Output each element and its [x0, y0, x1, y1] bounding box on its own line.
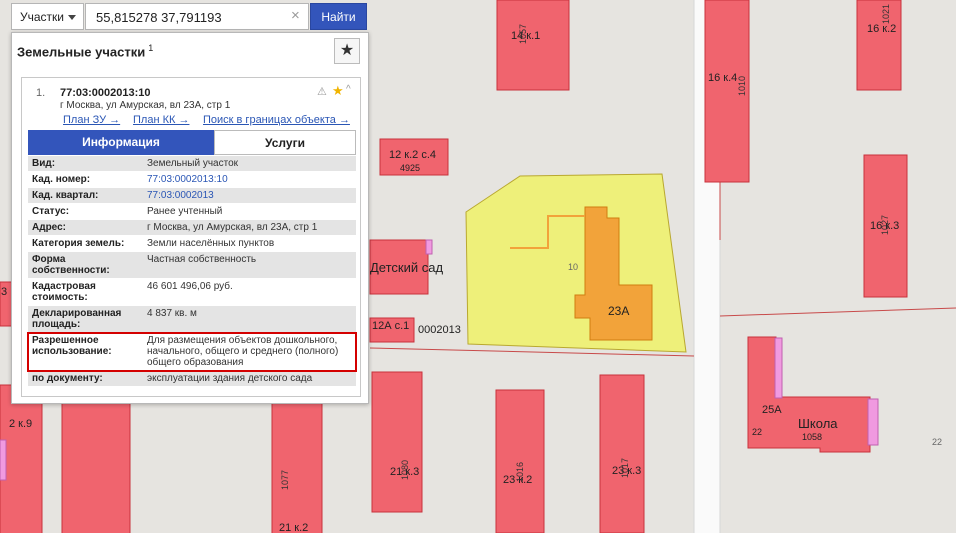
map-label-1058: 1058	[802, 432, 823, 442]
map-label-12k2s4: 12 к.2 с.4	[389, 149, 437, 161]
info-row: по документу: эксплуатации здания детског…	[28, 371, 356, 387]
category-select[interactable]: Участки	[11, 3, 84, 30]
clear-icon[interactable]: ×	[291, 7, 300, 24]
map-label-school: Школа	[798, 416, 838, 431]
favorites-star-icon[interactable]: ★	[334, 38, 360, 64]
map-vlabel-1021: 1021	[881, 3, 891, 24]
search-bar: Участки 55,815278 37,791193 × Найти	[11, 3, 367, 30]
map-label-10: 10	[568, 262, 579, 272]
star-icon[interactable]: ★	[332, 83, 344, 99]
info-key: Статус:	[32, 206, 70, 217]
info-row: Категория земель: Земли населённых пункто…	[28, 236, 356, 252]
map-vlabel-1077: 1077	[280, 469, 290, 490]
map-label-12a: 12А с.1	[372, 320, 410, 332]
info-row: Кад. номер: 77:03:0002013:10	[28, 172, 356, 188]
info-key: Кад. квартал:	[32, 190, 99, 201]
building-14k1[interactable]	[496, 0, 570, 91]
panel-title: Земельные участки 1	[17, 43, 153, 59]
info-row: Кадастровая стоимость: 46 601 496,06 руб.	[28, 279, 356, 306]
map-vlabel-1057: 1057	[518, 23, 528, 44]
map-vlabel-1010: 1010	[737, 75, 747, 96]
info-value: Частная собственность	[147, 254, 257, 265]
map-label-22a: 22	[752, 427, 763, 437]
map-label-21k2: 21 к.2	[279, 522, 309, 533]
search-input[interactable]: 55,815278 37,791193	[85, 3, 309, 30]
building-23k3[interactable]	[599, 374, 645, 533]
card-address: г Москва, ул Амурская, вл 23А, стр 1	[60, 100, 231, 111]
info-key: Кадастровая стоимость:	[32, 281, 96, 303]
card-index: 1.	[36, 87, 46, 99]
map-label-16k4: 16 к.4	[708, 72, 738, 84]
info-value-link[interactable]: 77:03:0002013:10	[143, 172, 356, 187]
map-label-3: 3	[1, 286, 8, 298]
map-vlabel-1016: 1016	[515, 461, 525, 482]
collapse-icon[interactable]: ^	[346, 84, 351, 95]
link-plan-zu[interactable]: План ЗУ →	[63, 114, 120, 126]
info-row: Декларированная площадь: 4 837 кв. м	[28, 306, 356, 333]
map-label-25a: 25А	[762, 404, 782, 416]
building-21k2[interactable]	[271, 394, 323, 533]
info-key: Форма собственности:	[32, 254, 110, 276]
search-button[interactable]: Найти	[310, 3, 367, 30]
info-key: Вид:	[32, 158, 56, 169]
info-row: Статус: Ранее учтенный	[28, 204, 356, 220]
info-key: Декларированная площадь:	[32, 308, 122, 330]
info-value: 46 601 496,06 руб.	[147, 281, 233, 292]
info-panel: Земельные участки 1 ★ 1. 77:03:0002013:10…	[11, 32, 369, 404]
panel-title-text: Земельные участки	[17, 44, 146, 60]
building-21k3[interactable]	[371, 371, 423, 513]
map-vlabel-1080: 1080	[400, 459, 410, 480]
info-value: Ранее учтенный	[147, 206, 223, 217]
info-table: Вид: Земельный участок Кад. номер: 77:03:0…	[27, 156, 357, 387]
tab-info[interactable]: Информация	[28, 130, 214, 155]
panel-title-count: 1	[148, 43, 154, 53]
info-row-permitted-use: Разрешенное использование: Для размещения…	[27, 332, 357, 372]
map-label-detsad: Детский сад	[370, 260, 444, 275]
map-label-22b: 22	[932, 437, 943, 447]
info-key: Кад. номер:	[32, 174, 91, 185]
info-key: Разрешенное использование:	[32, 335, 112, 357]
tab-services[interactable]: Услуги	[214, 130, 356, 155]
info-row: Форма собственности: Частная собственност…	[28, 252, 356, 279]
info-value: 4 837 кв. м	[147, 308, 197, 319]
info-key: по документу:	[32, 373, 103, 384]
link-plan-kk[interactable]: План КК →	[133, 114, 189, 126]
caret-down-icon	[68, 15, 76, 20]
building-bottom-a[interactable]	[61, 394, 131, 533]
map-label-23a: 23А	[608, 304, 630, 318]
warning-icon: ⚠	[317, 86, 327, 98]
info-key: Категория земель:	[32, 238, 125, 249]
map-vlabel-1027: 1027	[880, 214, 890, 235]
info-value: г Москва, ул Амурская, вл 23А, стр 1	[147, 222, 318, 233]
info-value: Земли населённых пунктов	[147, 238, 275, 249]
map-vlabel-1017: 1017	[620, 457, 630, 478]
info-value: Для размещения объектов дошкольного, нач…	[147, 335, 339, 368]
parcel-card: 1. 77:03:0002013:10 г Москва, ул Амурска…	[21, 77, 361, 397]
info-row: Кад. квартал: 77:03:0002013	[28, 188, 356, 204]
card-cad-number[interactable]: 77:03:0002013:10	[60, 87, 151, 99]
building-16k2[interactable]	[856, 0, 902, 91]
link-search-in-bounds[interactable]: Поиск в границах объекта →	[203, 114, 350, 126]
info-value-link[interactable]: 77:03:0002013	[143, 188, 356, 203]
info-row: Вид: Земельный участок	[28, 156, 356, 172]
info-row: Адрес: г Москва, ул Амурская, вл 23А, стр…	[28, 220, 356, 236]
info-key: Адрес:	[32, 222, 66, 233]
category-select-value: Участки	[20, 10, 64, 24]
card-tabs: Информация Услуги	[28, 130, 356, 155]
info-value: эксплуатации здания детского сада	[147, 373, 313, 384]
map-label-2k9: 2 к.9	[9, 418, 33, 430]
info-value: Земельный участок	[147, 158, 239, 169]
map-label-4925: 4925	[400, 163, 421, 173]
map-label-0002013: 0002013	[418, 324, 461, 336]
map-label-16k2: 16 к.2	[867, 23, 897, 35]
